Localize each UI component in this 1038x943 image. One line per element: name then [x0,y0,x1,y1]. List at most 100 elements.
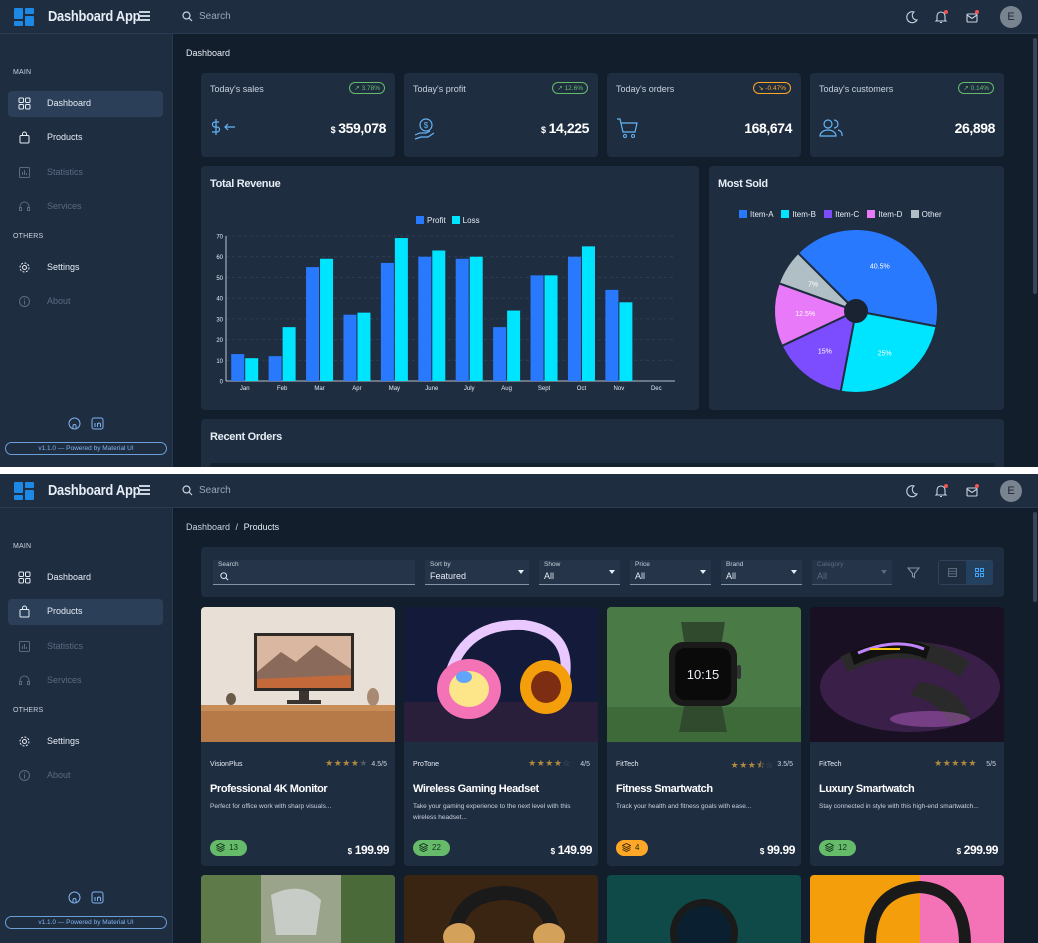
sidebar-item-label: Dashboard [47,572,92,582]
sidebar-item-statistics[interactable]: Statistics [8,634,163,660]
menu-icon[interactable] [139,10,150,22]
bar-loss-july[interactable] [469,256,483,381]
stock-badge: 4 [616,840,649,856]
bar-loss-jan[interactable] [245,358,259,381]
filter-icon[interactable] [907,566,920,579]
search-input[interactable]: Search [199,485,231,496]
bar-loss-aug[interactable] [507,310,521,381]
sidebar-item-statistics[interactable]: Statistics [8,160,163,186]
sidebar-item-about[interactable]: About [8,289,163,315]
bar-profit-sept[interactable] [530,275,544,381]
bar-loss-apr[interactable] [357,312,371,381]
info-icon [19,770,30,781]
y-tick-label: 0 [220,380,224,386]
pie-data-label: 25% [878,351,892,358]
sort-by-select[interactable]: Sort by Featured [425,560,529,585]
grid-icon [18,571,31,584]
chevron-down-icon [518,570,524,574]
search-input[interactable]: Search [199,11,231,22]
bar-profit-aug[interactable] [493,327,507,381]
linkedin-icon[interactable] [91,891,104,904]
scrollbar-thumb[interactable] [1033,512,1037,602]
product-name: Fitness Smartwatch [616,783,713,795]
dashboard-screen: Dashboard App Search E MAIN Dashboard Pr… [0,0,1038,467]
category-select[interactable]: Category All [812,560,892,585]
x-tick-label: Sept [538,386,551,392]
dark-mode-moon-icon[interactable] [904,9,920,25]
list-icon [948,568,957,577]
breadcrumb-link-dashboard[interactable]: Dashboard [186,522,230,532]
product-card[interactable]: 10:15 FitTech ★★★⯪☆ 3.5/5 Fitness Smartw… [607,607,801,866]
bar-profit-feb[interactable] [268,356,282,381]
bar-loss-oct[interactable] [581,246,595,381]
version-badge[interactable]: v1.1.0 — Powered by Material UI [5,442,167,455]
sidebar-item-about[interactable]: About [8,763,163,789]
bar-profit-june[interactable] [418,256,432,381]
mail-icon[interactable] [964,483,980,499]
product-card[interactable]: ProTone ★★★★☆ 4/5 Wireless Gaming Headse… [404,607,598,866]
dark-mode-moon-icon[interactable] [904,483,920,499]
most-sold-pie-chart: 40.5% 25% 15% 12.5% 7% [773,228,939,394]
product-image-round-watch [607,875,801,943]
bar-profit-apr[interactable] [343,314,357,381]
sidebar-item-label: Settings [47,262,80,272]
bar-loss-feb[interactable] [282,327,296,381]
product-card[interactable]: VisionPlus ★★★★★ 4.5/5 Professional 4K M… [201,607,395,866]
product-search-field[interactable]: Search [213,560,415,585]
mail-icon[interactable] [964,9,980,25]
bar-profit-july[interactable] [455,258,469,381]
version-badge[interactable]: v1.1.0 — Powered by Material UI [5,916,167,929]
sidebar-item-products[interactable]: Products [8,599,163,625]
product-filter-bar: Search Sort by Featured Show All Price A… [201,547,1004,597]
notifications-bell-icon[interactable] [933,9,949,25]
currency-symbol: $ [550,847,555,856]
product-card[interactable]: FitTech ★★★★★ 5/5 Luxury Smartwatch Stay… [810,607,1004,866]
bar-profit-jan[interactable] [231,354,245,381]
bar-profit-mar[interactable] [306,267,320,381]
notifications-bell-icon[interactable] [933,483,949,499]
stat-number: 14,225 [548,120,590,136]
brand-select[interactable]: Brand All [721,560,802,585]
scrollbar-thumb[interactable] [1033,38,1037,294]
bar-loss-nov[interactable] [619,302,633,381]
field-label: Search [218,561,239,568]
headset-icon [19,675,30,685]
user-avatar[interactable]: E [1000,6,1022,28]
sidebar-item-settings[interactable]: Settings [8,729,163,755]
sidebar-item-services[interactable]: Services [8,668,163,694]
bar-loss-may[interactable] [394,238,408,381]
sidebar-item-services[interactable]: Services [8,194,163,220]
field-value: All [726,571,737,581]
most-sold-card: Most Sold Item-A Item-B Item-C Item-D Ot… [709,166,1004,410]
product-name: Wireless Gaming Headset [413,783,539,795]
github-icon[interactable] [68,891,81,904]
stat-card-orders: Today's orders ↘ -0.47% 168,674 [607,73,801,157]
grid-view-button[interactable] [966,561,993,584]
sidebar-item-label: Products [47,132,83,142]
linkedin-icon[interactable] [91,417,104,430]
sidebar-item-settings[interactable]: Settings [8,255,163,281]
list-view-button[interactable] [939,561,966,584]
user-avatar[interactable]: E [1000,480,1022,502]
product-rating: 4.5/5 [371,761,387,768]
x-tick-label: Aug [501,386,512,392]
bar-loss-sept[interactable] [544,275,558,381]
show-select[interactable]: Show All [539,560,620,585]
rating-stars: ★★★★☆ [528,758,571,769]
sidebar-item-dashboard[interactable]: Dashboard [8,565,163,591]
price-value: 99.99 [766,843,795,857]
menu-icon[interactable] [139,484,150,496]
sidebar-item-products[interactable]: Products [8,125,163,151]
bar-profit-may[interactable] [380,262,394,381]
sidebar-item-dashboard[interactable]: Dashboard [8,91,163,117]
bar-profit-oct[interactable] [567,256,581,381]
hand-coin-icon: $ [414,118,435,140]
github-icon[interactable] [68,417,81,430]
sidebar-item-label: Products [47,606,83,616]
bar-profit-nov[interactable] [605,289,619,381]
grid-icon [975,568,984,577]
trend-badge-value: -0.47% [765,85,786,92]
price-select[interactable]: Price All [630,560,711,585]
bar-loss-june[interactable] [432,250,446,382]
bar-loss-mar[interactable] [320,258,334,381]
